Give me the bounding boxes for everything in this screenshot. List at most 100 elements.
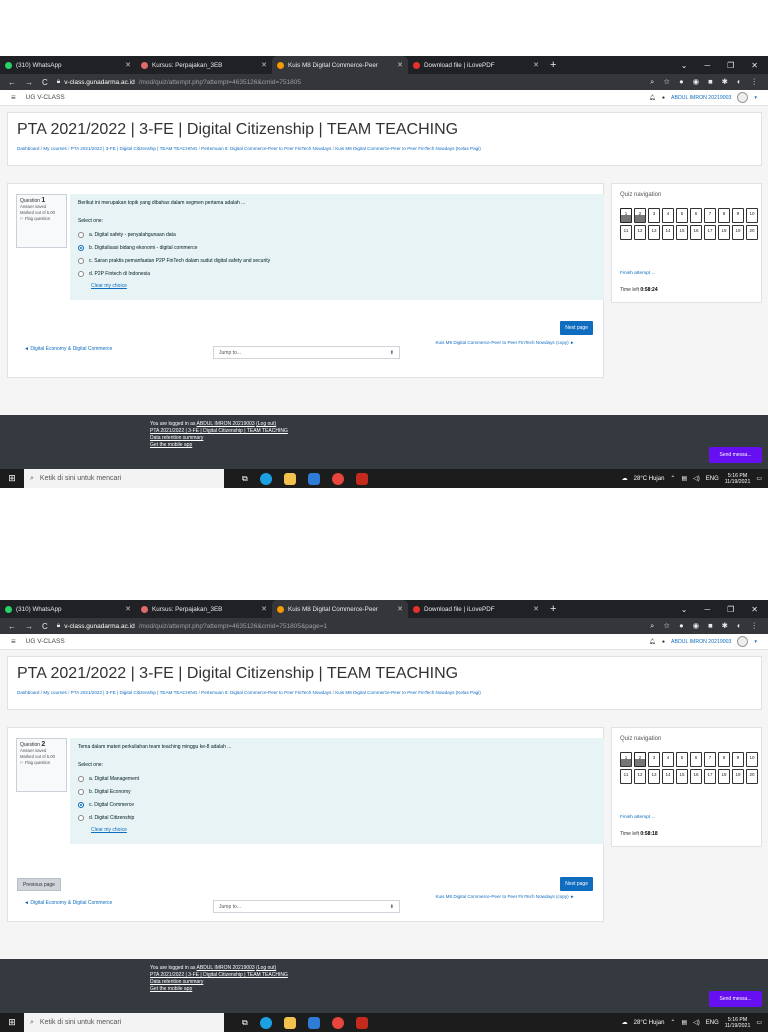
chrome-icon[interactable] xyxy=(331,472,344,485)
breadcrumb-item[interactable]: Dashboard xyxy=(17,690,39,695)
flag-question[interactable]: ⚐ Flag question xyxy=(20,760,63,766)
network-icon[interactable]: ▤ xyxy=(681,475,687,482)
close-window-icon[interactable]: ✕ xyxy=(751,61,758,70)
user-name[interactable]: ABDUL IMRON 20219003 xyxy=(671,639,731,645)
jump-to-select[interactable]: Jump to... ⬍ xyxy=(213,346,400,359)
quiz-nav-button[interactable]: 14 xyxy=(662,769,674,784)
back-icon[interactable]: ← xyxy=(8,78,16,87)
answer-option[interactable]: c. Digital Commerce xyxy=(78,798,596,811)
clear-choice-link[interactable]: Clear my choice xyxy=(91,827,596,833)
send-message-button[interactable]: Send messa... xyxy=(709,991,762,1007)
next-activity-link[interactable]: Kuis M8 Digital Commerce-Peer to Peer Fi… xyxy=(420,339,590,346)
quiz-nav-button[interactable]: 18 xyxy=(718,769,730,784)
mobile-app-link[interactable]: Get the mobile app xyxy=(150,986,768,993)
quiz-nav-button[interactable]: 3 xyxy=(648,752,660,767)
radio-button[interactable] xyxy=(78,257,84,264)
radio-button[interactable] xyxy=(78,801,84,808)
quiz-nav-button[interactable]: 8 xyxy=(718,752,730,767)
previous-page-button[interactable]: Previous page xyxy=(17,878,61,891)
profile-icon[interactable]: ◐ xyxy=(737,77,742,87)
flag-question[interactable]: ⚐ Flag question xyxy=(20,216,63,222)
hamburger-icon[interactable]: ≡ xyxy=(11,93,16,102)
breadcrumb-item[interactable]: Dashboard xyxy=(17,146,39,151)
close-tab-icon[interactable]: ✕ xyxy=(261,61,267,69)
close-tab-icon[interactable]: ✕ xyxy=(125,61,131,69)
extension-icon[interactable]: ■ xyxy=(708,77,713,87)
jump-to-select[interactable]: Jump to... ⬍ xyxy=(213,900,400,913)
tab-whatsapp[interactable]: (310) WhatsApp ✕ xyxy=(0,56,136,74)
chevron-down-icon[interactable]: ▾ xyxy=(754,95,757,101)
quiz-nav-button[interactable]: 19 xyxy=(732,225,744,240)
quiz-nav-button[interactable]: 10 xyxy=(746,208,758,223)
radio-button[interactable] xyxy=(78,244,84,251)
tab-kursus[interactable]: Kursus: Perpajakan_3EB ✕ xyxy=(136,56,272,74)
quiz-nav-button[interactable]: 9 xyxy=(732,752,744,767)
close-tab-icon[interactable]: ✕ xyxy=(125,605,131,613)
mail-icon[interactable] xyxy=(307,472,320,485)
reload-icon[interactable]: C xyxy=(42,78,48,87)
clock[interactable]: 5:16 PM 11/19/2021 xyxy=(725,473,751,485)
next-page-button[interactable]: Next page xyxy=(560,321,593,335)
answer-option[interactable]: a. Digital safety - penyalahgunaan data xyxy=(78,228,596,241)
extension-icon[interactable]: ● xyxy=(679,621,684,631)
chrome-icon[interactable] xyxy=(331,1016,344,1029)
url-field[interactable]: 🔒︎ v-class.gunadarma.ac.id/mod/quiz/attem… xyxy=(57,622,641,630)
volume-icon[interactable]: ◁) xyxy=(693,475,700,482)
quiz-nav-button[interactable]: 15 xyxy=(676,225,688,240)
radio-button[interactable] xyxy=(78,814,84,821)
quiz-nav-button[interactable]: 7 xyxy=(704,208,716,223)
send-message-button[interactable]: Send messa... xyxy=(709,447,762,463)
breadcrumb-item[interactable]: My courses xyxy=(43,146,67,151)
camera-icon[interactable]: ◉ xyxy=(693,621,700,631)
breadcrumb-item[interactable]: My courses xyxy=(43,690,67,695)
quiz-nav-button[interactable]: 7 xyxy=(704,752,716,767)
data-retention-link[interactable]: Data retention summary xyxy=(150,435,768,442)
tab-whatsapp[interactable]: (310) WhatsApp ✕ xyxy=(0,600,136,618)
language-indicator[interactable]: ENG xyxy=(706,476,719,482)
weather-text[interactable]: 28°C Hujan xyxy=(634,1020,665,1026)
minimize-icon[interactable]: ─ xyxy=(704,605,710,614)
radio-button[interactable] xyxy=(78,270,84,277)
quiz-nav-button[interactable]: 12 xyxy=(634,225,646,240)
tab-search-icon[interactable]: ⌄ xyxy=(681,61,688,70)
quiz-nav-button[interactable]: 5 xyxy=(676,208,688,223)
finish-attempt-link[interactable]: Finish attempt ... xyxy=(620,271,655,276)
answer-option[interactable]: d. Digital Citizenship xyxy=(78,811,596,824)
quiz-nav-button[interactable]: 10 xyxy=(746,752,758,767)
tab-search-icon[interactable]: ⌄ xyxy=(681,605,688,614)
star-icon[interactable]: ☆ xyxy=(663,77,670,87)
taskbar-search[interactable]: ⌕ Ketik di sini untuk mencari xyxy=(24,469,224,488)
quiz-nav-button[interactable]: 1 xyxy=(620,752,632,767)
radio-button[interactable] xyxy=(78,231,84,238)
close-tab-icon[interactable]: ✕ xyxy=(397,61,403,69)
quiz-nav-button[interactable]: 14 xyxy=(662,225,674,240)
puzzle-icon[interactable]: ✱ xyxy=(722,77,728,87)
app-icon[interactable] xyxy=(355,472,368,485)
tab-kursus[interactable]: Kursus: Perpajakan_3EB ✕ xyxy=(136,600,272,618)
breadcrumb-item[interactable]: Kuis M8 Digital Commerce-Peer to Peer Fi… xyxy=(335,690,481,695)
next-page-button[interactable]: Next page xyxy=(560,877,593,891)
chat-icon[interactable]: ● xyxy=(662,95,665,101)
quiz-nav-button[interactable]: 6 xyxy=(690,752,702,767)
answer-option[interactable]: c. Saran praktis pemanfaatan P2P FinTech… xyxy=(78,254,596,267)
previous-activity-link[interactable]: ◄ Digital Economy & Digital Commerce xyxy=(24,346,112,352)
avatar[interactable] xyxy=(737,636,749,647)
minimize-icon[interactable]: ─ xyxy=(704,61,710,70)
menu-dots-icon[interactable]: ⋮ xyxy=(751,77,759,87)
reload-icon[interactable]: C xyxy=(42,622,48,631)
previous-activity-link[interactable]: ◄ Digital Economy & Digital Commerce xyxy=(24,900,112,906)
quiz-nav-button[interactable]: 15 xyxy=(676,769,688,784)
chevron-down-icon[interactable]: ▾ xyxy=(754,639,757,645)
volume-icon[interactable]: ◁) xyxy=(693,1019,700,1026)
logout-link[interactable]: (Log out) xyxy=(256,965,276,971)
breadcrumb-item[interactable]: Pertemuan 8: Digital Commerce-Peer to Pe… xyxy=(201,690,331,695)
footer-user-link[interactable]: ABDUL IMRON 20219003 xyxy=(197,421,255,427)
quiz-nav-button[interactable]: 13 xyxy=(648,769,660,784)
breadcrumb-item[interactable]: Pertemuan 8: Digital Commerce-Peer to Pe… xyxy=(201,146,331,151)
new-tab-button[interactable]: + xyxy=(544,603,562,615)
notification-icon[interactable]: ▭ xyxy=(756,475,762,482)
quiz-nav-button[interactable]: 19 xyxy=(732,769,744,784)
forward-icon[interactable]: → xyxy=(25,78,33,87)
chevron-up-icon[interactable]: ⌃ xyxy=(670,1019,675,1026)
url-field[interactable]: 🔒︎ v-class.gunadarma.ac.id/mod/quiz/attem… xyxy=(57,78,641,86)
